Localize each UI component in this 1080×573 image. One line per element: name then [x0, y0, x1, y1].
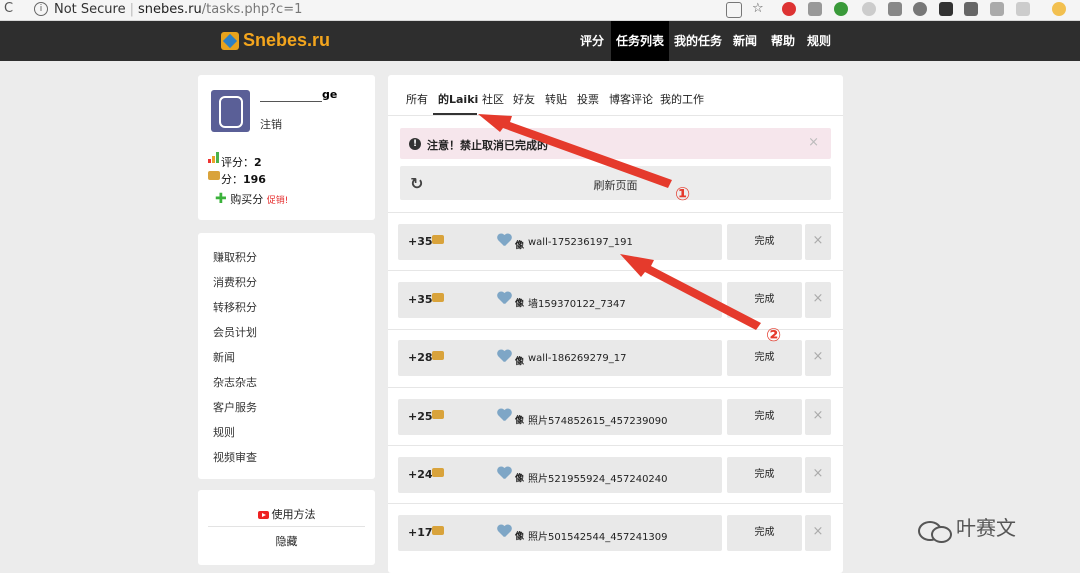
watermark: 叶赛文	[918, 512, 1016, 543]
annotation-marker-1: ①	[675, 184, 691, 205]
arrow-2-icon	[620, 254, 761, 330]
arrow-1-icon	[478, 114, 672, 188]
annotation-marker-2: ②	[766, 325, 782, 346]
wechat-icon	[918, 519, 952, 543]
annotation-arrows	[478, 114, 761, 330]
